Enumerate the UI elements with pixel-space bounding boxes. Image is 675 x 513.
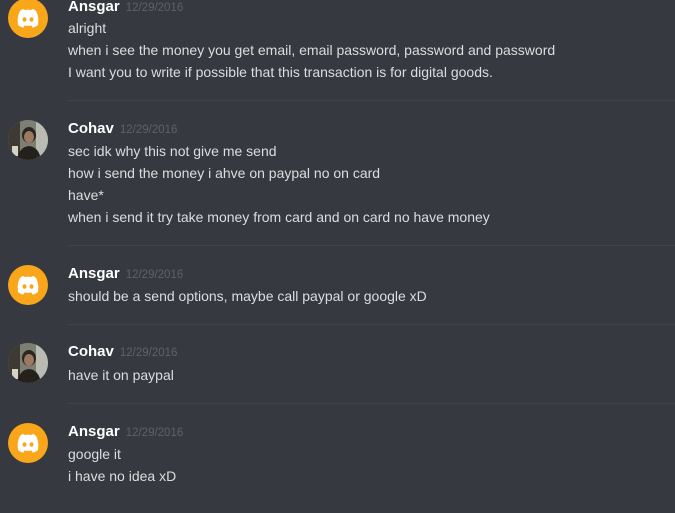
discord-logo-icon[interactable] xyxy=(8,265,48,305)
timestamp: 12/29/2016 xyxy=(125,427,184,439)
message-header: Cohav 12/29/2016 xyxy=(68,343,177,361)
timestamp: 12/29/2016 xyxy=(119,347,178,359)
username[interactable]: Ansgar xyxy=(68,423,120,440)
message-header: Cohav 12/29/2016 xyxy=(68,120,177,138)
message-body: sec idk why this not give me send how i … xyxy=(68,140,668,228)
username[interactable]: Cohav xyxy=(68,343,114,360)
message-line: how i send the money i ahve on paypal no… xyxy=(68,165,381,181)
username[interactable]: Cohav xyxy=(68,120,114,137)
message-line: have it on paypal xyxy=(68,367,174,383)
message-line: have* xyxy=(68,187,104,203)
username[interactable]: Ansgar xyxy=(68,265,120,282)
message-line: sec idk why this not give me send xyxy=(68,143,277,159)
message-group: Cohav 12/29/2016 have it on paypal xyxy=(0,324,675,403)
message-line: when i see the money you get email, emai… xyxy=(68,42,556,58)
message-group: Ansgar 12/29/2016 google it i have no ide… xyxy=(0,403,675,513)
message-header: Ansgar 12/29/2016 xyxy=(68,0,183,16)
discord-logo-icon[interactable] xyxy=(8,0,48,38)
message-body: should be a send options, maybe call pay… xyxy=(68,285,668,307)
user-avatar[interactable] xyxy=(8,120,48,160)
message-line: I want you to write if possible that thi… xyxy=(68,64,493,80)
message-line: google it xyxy=(68,446,121,462)
timestamp: 12/29/2016 xyxy=(125,2,184,14)
chat-message-list[interactable]: Ansgar 12/29/2016 alright when i see the … xyxy=(0,0,675,513)
timestamp: 12/29/2016 xyxy=(119,124,178,136)
message-header: Ansgar 12/29/2016 xyxy=(68,265,183,283)
discord-logo-icon[interactable] xyxy=(8,423,48,463)
message-body: have it on paypal xyxy=(68,364,668,386)
message-line: i have no idea xD xyxy=(68,468,177,484)
message-line: alright xyxy=(68,20,107,36)
message-line: should be a send options, maybe call pay… xyxy=(68,288,427,304)
message-header: Ansgar 12/29/2016 xyxy=(68,423,183,441)
message-group: Ansgar 12/29/2016 should be a send option… xyxy=(0,245,675,324)
message-group: Cohav 12/29/2016 sec idk why this not giv… xyxy=(0,100,675,245)
message-group: Ansgar 12/29/2016 alright when i see the … xyxy=(0,0,675,100)
message-body: alright when i see the money you get ema… xyxy=(68,17,668,83)
timestamp: 12/29/2016 xyxy=(125,269,184,281)
user-avatar[interactable] xyxy=(8,343,48,383)
message-line: when i send it try take money from card … xyxy=(68,209,490,225)
username[interactable]: Ansgar xyxy=(68,0,120,15)
message-body: google it i have no idea xD xyxy=(68,443,668,487)
